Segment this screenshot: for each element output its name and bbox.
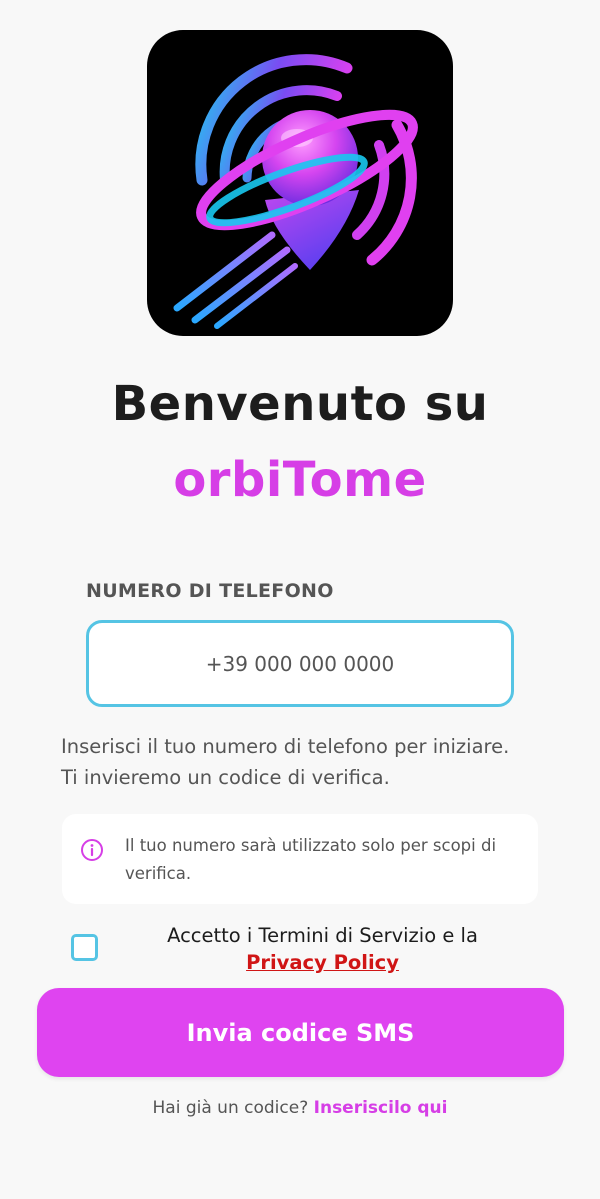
app-name-title: orbiTome [173,452,427,508]
helper-line-1: Inserisci il tuo numero di telefono per … [61,735,510,758]
terms-checkbox[interactable] [71,934,98,961]
send-sms-button[interactable]: Invia codice SMS [37,988,564,1077]
info-circle-icon [81,839,103,861]
app-logo [147,30,453,336]
phone-label: NUMERO DI TELEFONO [86,580,334,602]
orbit-location-pin-icon [173,54,418,329]
footer-text: Hai già un codice? [152,1098,309,1118]
terms-label: Accetto i Termini di Servizio e la Priva… [110,922,535,976]
helper-line-2: Ti invieremo un codice di verifica. [61,766,390,789]
info-card: Il tuo numero sarà utilizzato solo per s… [62,814,538,904]
footer: Hai già un codice? Inseriscilo qui [0,1098,600,1118]
welcome-title: Benvenuto su [111,376,489,432]
phone-number-input[interactable] [86,620,514,707]
helper-text: Inserisci il tuo numero di telefono per … [61,731,509,793]
terms-text: Accetto i Termini di Servizio e la [167,924,478,947]
info-text: Il tuo numero sarà utilizzato solo per s… [125,836,497,883]
enter-code-link[interactable]: Inseriscilo qui [314,1098,448,1118]
privacy-policy-link[interactable]: Privacy Policy [246,951,399,974]
